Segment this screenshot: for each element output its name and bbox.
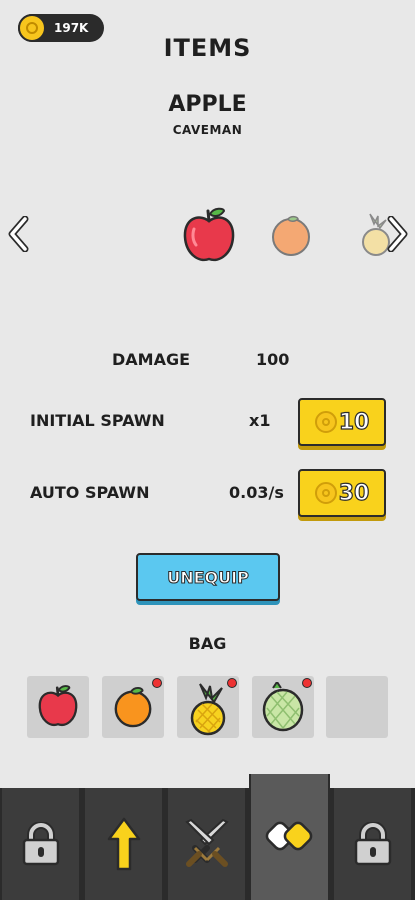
bag-title: BAG [188, 634, 227, 653]
auto-spawn-value: 0.03/s [229, 483, 284, 502]
damage-label: DAMAGE [112, 350, 191, 369]
upgrade-auto-spawn-button[interactable]: 30 [298, 469, 386, 517]
nav-tab-upgrade[interactable] [83, 788, 164, 900]
auto-spawn-label: AUTO SPAWN [30, 483, 150, 502]
initial-spawn-cost: 10 [338, 409, 370, 435]
bottom-nav [0, 774, 415, 900]
damage-value: 100 [256, 350, 290, 369]
nav-tab-locked[interactable] [0, 788, 81, 900]
next-arrow-button[interactable] [386, 216, 408, 252]
chevron-left-icon [8, 216, 29, 252]
bag-slot-melon[interactable] [252, 676, 314, 738]
apple-icon [183, 207, 235, 262]
initial-spawn-label: INITIAL SPAWN [30, 411, 165, 430]
previous-arrow-button[interactable] [8, 216, 30, 252]
nav-tab-locked[interactable] [332, 788, 413, 900]
melon-icon [262, 682, 304, 732]
orange-icon [272, 215, 310, 256]
arrow-up-icon [107, 817, 140, 871]
bag-slot-apple[interactable] [27, 676, 89, 738]
carousel-apple[interactable] [180, 205, 238, 269]
crossed-swords-icon [184, 818, 229, 867]
lock-icon [354, 822, 391, 866]
bag-slot-pineapple[interactable] [177, 676, 239, 738]
new-item-badge [227, 678, 237, 688]
lock-icon [22, 822, 59, 866]
nav-tab-battle[interactable] [166, 788, 247, 900]
new-item-badge [302, 678, 312, 688]
currency-amount: 197K [54, 21, 89, 35]
carousel-orange[interactable] [268, 213, 314, 261]
initial-spawn-value: x1 [249, 411, 271, 430]
bag-slot-orange[interactable] [102, 676, 164, 738]
item-tier: CAVEMAN [172, 123, 243, 137]
nav-tab-items[interactable] [249, 774, 330, 900]
coin-icon [314, 482, 337, 504]
page-title: ITEMS [163, 34, 252, 62]
chevron-right-icon [387, 216, 408, 252]
new-item-badge [152, 678, 162, 688]
items-icon [265, 821, 312, 851]
pineapple-icon [190, 683, 226, 736]
orange-icon [114, 686, 152, 728]
bag-slot-empty[interactable] [326, 676, 388, 738]
apple-icon [38, 685, 78, 726]
item-name: APPLE [168, 92, 247, 117]
upgrade-initial-spawn-button[interactable]: 10 [298, 398, 386, 446]
auto-spawn-cost: 30 [338, 480, 370, 506]
coin-icon [314, 411, 337, 433]
unequip-button[interactable]: UNEQUIP [136, 553, 280, 601]
